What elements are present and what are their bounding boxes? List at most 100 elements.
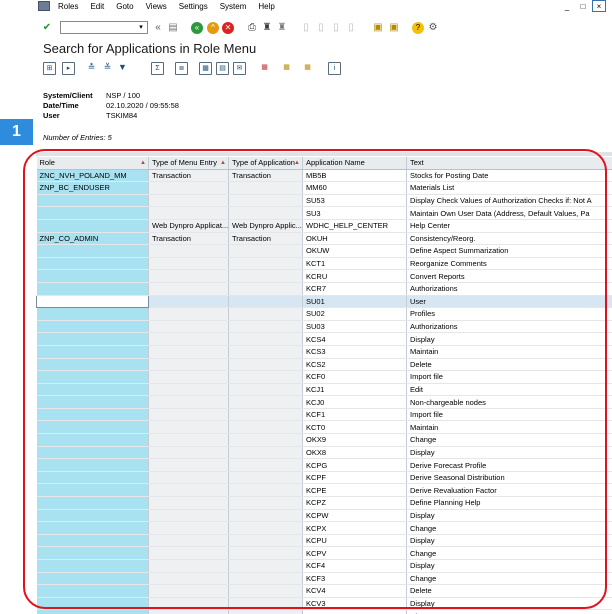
cell-menu-entry-type[interactable]	[148, 496, 229, 510]
cell-application-type[interactable]	[228, 257, 303, 271]
cell-text[interactable]: Import file	[406, 408, 612, 422]
cell-menu-entry-type[interactable]	[148, 269, 229, 283]
cell-text[interactable]: Non-chargeable nodes	[406, 395, 612, 409]
table-row[interactable]: OKUW Define Aspect Summarization	[36, 244, 612, 258]
cell-menu-entry-type[interactable]	[148, 433, 229, 447]
sum-icon[interactable]: Σ	[151, 62, 164, 75]
table-row[interactable]: ZNP_BC_ENDUSER MM60 Materials List	[36, 181, 612, 195]
cell-application-name[interactable]: KCT0	[302, 420, 407, 435]
cell-application-name[interactable]: KCS2	[302, 358, 407, 372]
table-row[interactable]: KCT1 Reorganize Comments	[36, 257, 612, 271]
cell-menu-entry-type[interactable]	[148, 395, 229, 409]
cell-application-type[interactable]	[228, 584, 303, 598]
cell-application-name[interactable]: KCPU	[302, 534, 407, 548]
cell-text[interactable]: Delete	[406, 358, 612, 372]
table-row[interactable]: KCPU Display	[36, 534, 612, 548]
table-row[interactable]: KCV3 Display	[36, 597, 612, 611]
cell-menu-entry-type[interactable]	[148, 332, 229, 346]
maximize-icon[interactable]: □	[576, 0, 590, 12]
cell-application-name[interactable]: OKX9	[302, 433, 407, 447]
cell-text[interactable]: Stocks for Posting Date	[406, 169, 612, 183]
cell-application-name[interactable]: MM60	[302, 181, 407, 195]
cell-application-type[interactable]	[228, 282, 303, 296]
cell-role[interactable]	[36, 320, 149, 334]
cell-role[interactable]	[36, 408, 149, 422]
cell-text[interactable]: Display Check Values of Authorization Ch…	[406, 194, 612, 208]
menu-views[interactable]: Views	[146, 2, 167, 11]
cell-text[interactable]: Display	[406, 534, 612, 548]
back-history-icon[interactable]: «	[152, 22, 164, 34]
table-row[interactable]: KCPF Derive Seasonal Distribution	[36, 471, 612, 485]
cell-role[interactable]	[36, 383, 149, 397]
cell-application-type[interactable]	[228, 597, 303, 611]
cell-menu-entry-type[interactable]	[148, 446, 229, 460]
cell-application-name[interactable]: KCPV	[302, 546, 407, 560]
cell-application-type[interactable]	[228, 446, 303, 460]
back-icon[interactable]: «	[191, 22, 203, 34]
cell-application-type[interactable]	[228, 546, 303, 560]
cell-text[interactable]: Edit	[406, 383, 612, 397]
cell-menu-entry-type[interactable]	[148, 345, 229, 359]
cell-menu-entry-type[interactable]	[148, 282, 229, 296]
cell-role[interactable]	[36, 282, 149, 296]
cell-text[interactable]: Maintain	[406, 345, 612, 359]
table-row[interactable]: ZNP_CO_ADMIN Transaction Transaction OKUH Co…	[36, 232, 612, 246]
cell-application-type[interactable]	[228, 358, 303, 372]
cell-menu-entry-type[interactable]: Transaction	[148, 232, 229, 246]
cell-role[interactable]	[36, 294, 149, 309]
cell-text[interactable]: Maintain Own User Data (Address, Default…	[406, 206, 612, 220]
cell-text[interactable]: Authorizations	[406, 282, 612, 296]
layout-icon[interactable]: ▦	[281, 62, 292, 73]
cell-role[interactable]	[36, 546, 149, 560]
table-row[interactable]: KCPX Change	[36, 521, 612, 535]
choose-layout-icon[interactable]: ▦	[302, 62, 313, 73]
table-row[interactable]: OKX9 Change	[36, 433, 612, 447]
cell-text[interactable]: Import file	[406, 370, 612, 384]
cell-application-name[interactable]: KCF4	[302, 559, 407, 573]
table-row[interactable]: Web Dynpro Applicat... Web Dynpro Applic.…	[36, 219, 612, 233]
cell-text[interactable]: Change	[406, 572, 612, 586]
cell-menu-entry-type[interactable]	[148, 295, 229, 309]
cell-application-type[interactable]	[228, 572, 303, 586]
cell-menu-entry-type[interactable]	[148, 483, 229, 498]
table-row[interactable]: OKX8 Display	[36, 446, 612, 460]
cell-application-name[interactable]: SU3	[302, 206, 407, 220]
cell-application-type[interactable]	[228, 269, 303, 283]
cell-role[interactable]	[36, 395, 149, 409]
cell-menu-entry-type[interactable]	[148, 370, 229, 384]
cell-role[interactable]	[36, 458, 149, 472]
cell-application-type[interactable]	[228, 609, 303, 614]
shortcut-icon[interactable]: ▣	[388, 22, 400, 34]
cell-application-name[interactable]: OKUH	[302, 232, 407, 246]
cell-application-name[interactable]: KCS4	[302, 332, 407, 346]
cell-application-name[interactable]: KCPE	[302, 483, 407, 498]
cell-menu-entry-type[interactable]	[148, 546, 229, 560]
cell-menu-entry-type[interactable]: Web Dynpro Applicat...	[148, 219, 229, 233]
cell-menu-entry-type[interactable]	[148, 572, 229, 586]
cell-application-type[interactable]	[228, 458, 303, 472]
cell-role[interactable]	[36, 534, 149, 548]
cell-application-name[interactable]: SU03	[302, 320, 407, 334]
cell-role[interactable]	[36, 433, 149, 447]
cell-menu-entry-type[interactable]	[148, 609, 229, 614]
table-row[interactable]: KCJ0 Non-chargeable nodes	[36, 395, 612, 409]
cell-application-type[interactable]	[228, 521, 303, 535]
cell-application-name[interactable]: OKUW	[302, 244, 407, 258]
cell-application-name[interactable]: KCF1	[302, 408, 407, 422]
cell-text[interactable]: Change	[406, 433, 612, 447]
cell-role[interactable]: ZNP_CO_ADMIN	[36, 232, 149, 246]
cell-application-name[interactable]: KCJ0	[302, 395, 407, 409]
cell-text[interactable]: Display	[406, 509, 612, 523]
cell-application-name[interactable]: OKX8	[302, 446, 407, 460]
cell-application-type[interactable]: Web Dynpro Applic...	[228, 219, 303, 233]
cell-text[interactable]: Display	[406, 559, 612, 573]
table-row[interactable]: SU01 User	[36, 294, 612, 309]
cell-text[interactable]: Consistency/Reorg.	[406, 232, 612, 246]
cell-application-name[interactable]: KCF3	[302, 572, 407, 586]
cell-role[interactable]: ZNP_BC_ENDUSER	[36, 181, 149, 195]
next-page-icon[interactable]: ▯	[330, 22, 342, 34]
cell-menu-entry-type[interactable]	[148, 420, 229, 435]
table-row[interactable]: KCPW Display	[36, 509, 612, 523]
cell-role[interactable]	[36, 509, 149, 523]
cell-application-name[interactable]: SU01	[302, 295, 407, 309]
